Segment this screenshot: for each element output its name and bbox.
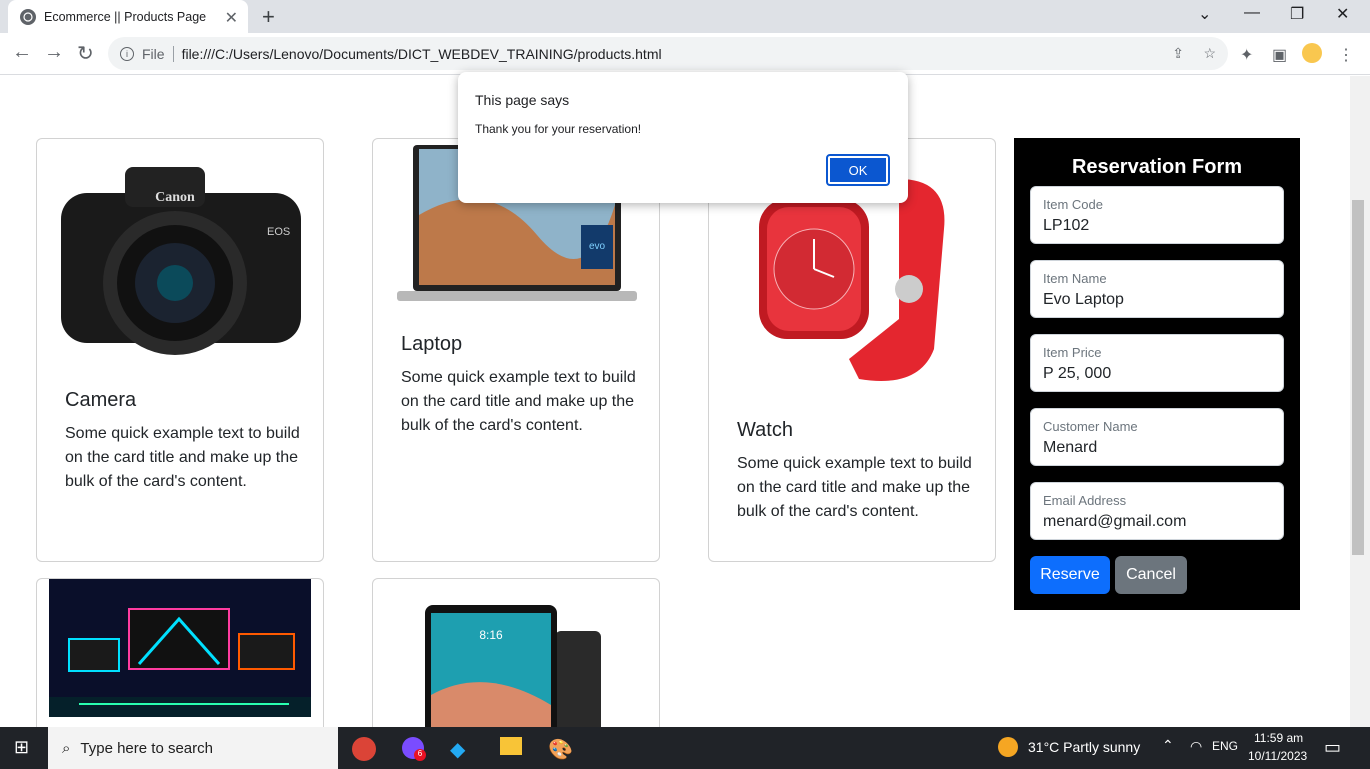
scrollbar-thumb[interactable]: [1352, 200, 1364, 555]
notification-center-icon[interactable]: ▭: [1324, 737, 1341, 758]
forward-icon[interactable]: →: [44, 41, 64, 64]
card-text: Some quick example text to build on the …: [401, 369, 636, 434]
tab-search-icon[interactable]: ⌄: [1198, 4, 1211, 24]
item-code-field[interactable]: Item Code LP102: [1030, 186, 1284, 244]
taskbar-search[interactable]: ⌕ Type here to search: [48, 727, 338, 769]
tab-title: Ecommerce || Products Page: [44, 9, 207, 24]
globe-icon: [20, 8, 36, 25]
svg-text:EOS: EOS: [267, 226, 290, 238]
email-address-field[interactable]: Email Address menard@gmail.com: [1030, 482, 1284, 540]
dialog-heading: This page says: [475, 92, 570, 108]
bookmark-star-icon[interactable]: ☆: [1203, 45, 1216, 62]
reserve-button[interactable]: Reserve: [1030, 556, 1110, 594]
file-label: File: [142, 45, 174, 62]
gaming-setup-image: [49, 579, 311, 717]
browser-toolbar: ← → ↻ i File file:///C:/Users/Lenovo/Doc…: [0, 33, 1370, 75]
item-price-field[interactable]: Item Price P 25, 000: [1030, 334, 1284, 392]
tablet-image: 8:16: [425, 605, 601, 727]
minimize-button[interactable]: —: [1244, 4, 1260, 22]
card-title: Laptop: [401, 333, 463, 355]
search-placeholder: Type here to search: [80, 739, 213, 757]
customer-name-field[interactable]: Customer Name Menard: [1030, 408, 1284, 466]
card-text: Some quick example text to build on the …: [65, 425, 300, 490]
profile-avatar[interactable]: [1302, 43, 1322, 63]
menu-icon[interactable]: ⋮: [1338, 45, 1354, 65]
field-label: Item Name: [1043, 271, 1107, 286]
svg-text:8:16: 8:16: [479, 628, 503, 642]
clock-date[interactable]: 10/11/2023: [1248, 749, 1307, 763]
weather-text[interactable]: 31°C Partly sunny: [1028, 739, 1140, 755]
extensions-icon[interactable]: ✦: [1240, 45, 1253, 65]
url-text: file:///C:/Users/Lenovo/Documents/DICT_W…: [181, 45, 662, 62]
new-tab-button[interactable]: +: [262, 4, 275, 30]
field-label: Email Address: [1043, 493, 1127, 508]
address-bar[interactable]: i File file:///C:/Users/Lenovo/Documents…: [108, 37, 1228, 70]
field-label: Customer Name: [1043, 419, 1138, 434]
field-value: Evo Laptop: [1043, 291, 1124, 308]
card-title: Watch: [737, 419, 793, 441]
network-icon[interactable]: ◠: [1190, 738, 1202, 755]
close-window-button[interactable]: ✕: [1336, 4, 1349, 24]
reservation-form: Reservation Form Item Code LP102 Item Na…: [1014, 138, 1300, 610]
ok-button[interactable]: OK: [826, 154, 890, 186]
field-value: P 25, 000: [1043, 365, 1112, 382]
field-value: Menard: [1043, 439, 1098, 456]
dialog-message: Thank you for your reservation!: [475, 122, 642, 136]
tab-strip: Ecommerce || Products Page ✕ + ⌄ — ❐ ✕: [0, 0, 1370, 33]
camera-image: Canon EOS: [61, 167, 301, 355]
windows-taskbar: ⊞ ⌕ Type here to search 6 ◆ 🎨 31°C Partl…: [0, 727, 1370, 769]
paint-icon[interactable]: 🎨: [548, 737, 573, 762]
restore-button[interactable]: ❐: [1290, 4, 1304, 24]
reload-icon[interactable]: ↻: [77, 41, 94, 66]
back-icon[interactable]: ←: [12, 41, 32, 64]
field-value: menard@gmail.com: [1043, 513, 1187, 530]
info-icon[interactable]: i: [120, 46, 134, 61]
product-card-gaming: [36, 578, 324, 727]
product-card-camera: Canon EOS Camera Some quick example text…: [36, 138, 324, 562]
clock-time[interactable]: 11:59 am: [1254, 731, 1303, 745]
cancel-button[interactable]: Cancel: [1115, 556, 1187, 594]
search-icon: ⌕: [62, 739, 71, 757]
windows-start-icon[interactable]: ⊞: [14, 737, 29, 758]
form-title: Reservation Form: [1071, 156, 1243, 178]
weather-icon[interactable]: [998, 737, 1018, 757]
file-explorer-icon[interactable]: [500, 737, 522, 755]
vscode-icon[interactable]: ◆: [450, 737, 465, 762]
svg-text:evo: evo: [589, 241, 606, 252]
close-tab-icon[interactable]: ✕: [225, 8, 238, 28]
chrome-icon[interactable]: [352, 737, 376, 761]
card-title: Camera: [65, 389, 137, 411]
notification-badge: 6: [414, 749, 426, 761]
item-name-field[interactable]: Item Name Evo Laptop: [1030, 260, 1284, 318]
side-panel-icon[interactable]: ▣: [1272, 45, 1287, 65]
card-text: Some quick example text to build on the …: [737, 455, 972, 520]
field-value: LP102: [1043, 217, 1090, 234]
alert-dialog: This page says Thank you for your reserv…: [458, 72, 908, 203]
browser-tab[interactable]: Ecommerce || Products Page ✕: [8, 0, 248, 33]
svg-text:Canon: Canon: [155, 190, 195, 205]
field-label: Item Price: [1043, 345, 1102, 360]
share-icon[interactable]: ⇪: [1172, 45, 1184, 62]
field-label: Item Code: [1043, 197, 1103, 212]
language-indicator[interactable]: ENG: [1212, 739, 1238, 753]
product-card-tablet: 8:16: [372, 578, 660, 727]
chevron-up-icon[interactable]: ⌃: [1162, 737, 1174, 754]
